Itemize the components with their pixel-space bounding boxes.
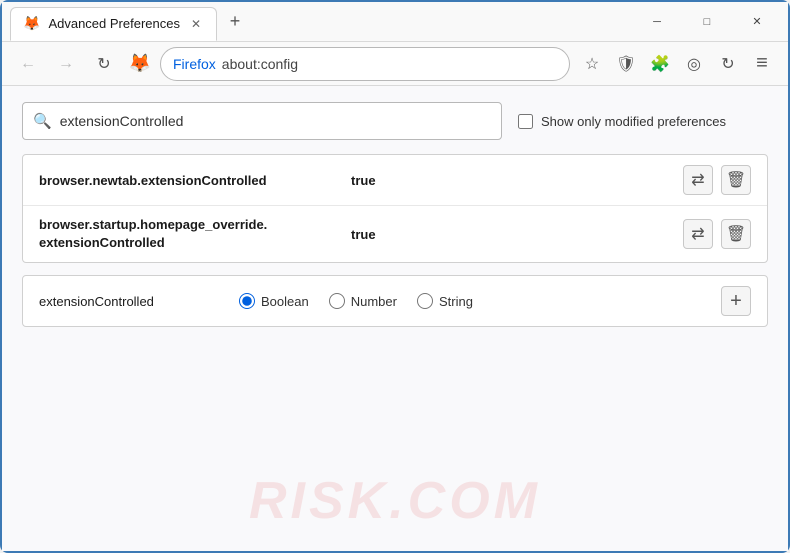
reload-icon (97, 54, 110, 74)
modified-only-checkbox[interactable] (518, 114, 533, 129)
window-controls: ─ □ ✕ (634, 6, 780, 38)
close-button[interactable]: ✕ (734, 6, 780, 38)
search-icon: 🔍 (33, 112, 52, 130)
search-row: 🔍 Show only modified preferences (22, 102, 768, 140)
menu-button[interactable]: ≡ (746, 48, 778, 80)
maximize-button[interactable]: □ (684, 6, 730, 38)
tab-close-button[interactable]: ✕ (188, 16, 204, 32)
tab-title: Advanced Preferences (48, 16, 180, 31)
new-pref-row: extensionControlled Boolean Number Strin… (22, 275, 768, 327)
address-url: about:config (222, 56, 298, 72)
back-icon (20, 55, 36, 73)
search-box[interactable]: 🔍 (22, 102, 502, 140)
row-actions-2: ⇄ 🗑 (683, 219, 751, 249)
radio-string-text: String (439, 294, 473, 309)
results-table: browser.newtab.extensionControlled true … (22, 154, 768, 263)
firefox-favicon: 🦊 (23, 15, 40, 32)
reload-button[interactable] (88, 48, 120, 80)
title-bar: 🦊 Advanced Preferences ✕ + ─ □ ✕ (2, 2, 788, 42)
minimize-button[interactable]: ─ (634, 6, 680, 38)
radio-boolean[interactable] (239, 293, 255, 309)
table-row: browser.newtab.extensionControlled true … (23, 155, 767, 206)
new-tab-button[interactable]: + (221, 8, 249, 36)
radio-number-text: Number (351, 294, 397, 309)
radio-boolean-text: Boolean (261, 294, 309, 309)
browser-tab[interactable]: 🦊 Advanced Preferences ✕ (10, 7, 217, 41)
back-button[interactable] (12, 48, 44, 80)
radio-number[interactable] (329, 293, 345, 309)
main-content: RISK.COM 🔍 Show only modified preference… (2, 86, 788, 551)
radio-string-label[interactable]: String (417, 293, 473, 309)
address-bar[interactable]: Firefox about:config (160, 47, 570, 81)
radio-string[interactable] (417, 293, 433, 309)
radio-number-label[interactable]: Number (329, 293, 397, 309)
profile-button[interactable]: ◎ (678, 48, 710, 80)
search-input[interactable] (60, 113, 491, 129)
address-bar-text: Firefox about:config (173, 56, 298, 72)
delete-button-2[interactable]: 🗑 (721, 219, 751, 249)
shield-button[interactable]: 🛡 (610, 48, 642, 80)
radio-boolean-label[interactable]: Boolean (239, 293, 309, 309)
pref-name-1: browser.newtab.extensionControlled (39, 173, 339, 188)
pref-name-2: browser.startup.homepage_override.extens… (39, 216, 339, 252)
modified-only-checkbox-label[interactable]: Show only modified preferences (518, 114, 726, 129)
nav-bar: 🦊 Firefox about:config ☆ 🛡 🧩 ◎ ↻ ≡ (2, 42, 788, 86)
bookmark-button[interactable]: ☆ (576, 48, 608, 80)
add-pref-button[interactable]: + (721, 286, 751, 316)
forward-icon (58, 55, 74, 73)
nav-icons-right: ☆ 🛡 🧩 ◎ ↻ ≡ (576, 48, 778, 80)
pref-value-1: true (351, 173, 671, 188)
delete-button-1[interactable]: 🗑 (721, 165, 751, 195)
table-row: browser.startup.homepage_override.extens… (23, 206, 767, 262)
pref-value-2: true (351, 227, 671, 242)
toggle-button-2[interactable]: ⇄ (683, 219, 713, 249)
toggle-button-1[interactable]: ⇄ (683, 165, 713, 195)
watermark: RISK.COM (249, 471, 541, 531)
modified-only-label: Show only modified preferences (541, 114, 726, 129)
firefox-icon: 🦊 (126, 50, 154, 78)
forward-button[interactable] (50, 48, 82, 80)
row-actions-1: ⇄ 🗑 (683, 165, 751, 195)
new-pref-name: extensionControlled (39, 294, 219, 309)
extension-button[interactable]: 🧩 (644, 48, 676, 80)
browser-name: Firefox (173, 56, 216, 72)
sync-button[interactable]: ↻ (712, 48, 744, 80)
type-radio-group: Boolean Number String (239, 293, 701, 309)
